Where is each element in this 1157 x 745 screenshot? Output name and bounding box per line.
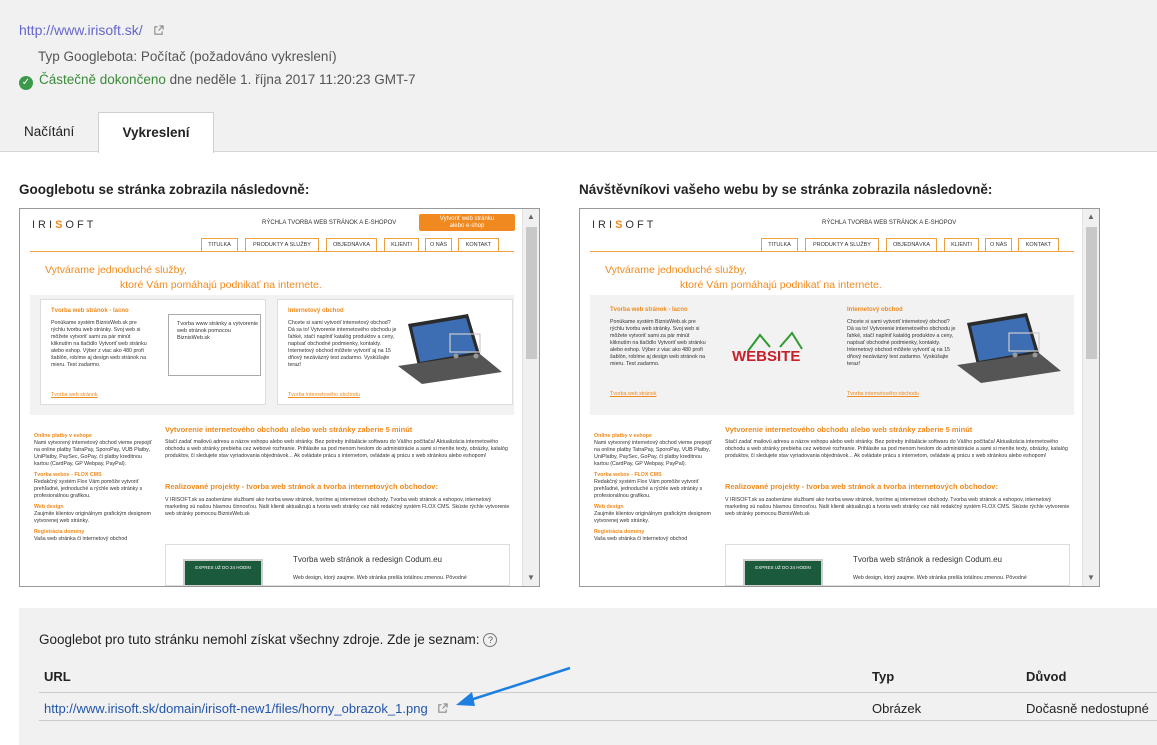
blocked-resources-title: Googlebot pro tuto stránku nemohl získat… [39, 632, 498, 647]
frame-scrollbar[interactable]: ▲ ▼ [522, 209, 539, 586]
section-text: Stačí zadať mailovú adresu a názov eshop… [165, 439, 508, 460]
site-tagline: RÝCHLA TVORBA WEB STRÁNOK A E-SHOPOV [262, 220, 397, 226]
col-type: Typ [872, 669, 895, 684]
googlebot-view-title: Googlebotu se stránka zobrazila následov… [19, 182, 310, 197]
scroll-thumb[interactable] [526, 227, 537, 359]
site-logo: IRISOFT [32, 219, 97, 231]
annotation-arrow [456, 666, 571, 706]
menu-item[interactable]: PRODUKTY A SLUŽBY [805, 238, 879, 251]
headline-line2: ktoré Vám pomáhajú podnikať na internete… [680, 279, 882, 291]
inspected-url-link[interactable]: http://www.irisoft.sk/ [19, 22, 143, 38]
website-image: WEBSITE [732, 331, 803, 365]
status-date: dne neděle 1. října 2017 11:20:23 GMT-7 [169, 72, 416, 87]
menu-item[interactable]: KLIENTI [384, 238, 419, 251]
googlebot-render-frame[interactable]: IRISOFT RÝCHLA TVORBA WEB STRÁNOK A E-SH… [19, 208, 540, 587]
section-title: Vytvorenie internetového obchodu alebo w… [165, 425, 413, 434]
section-title: Realizované projekty - tvorba web stráno… [725, 482, 998, 491]
section-title: Vytvorenie internetového obchodu alebo w… [725, 425, 973, 434]
laptop-cart-image [398, 314, 502, 384]
scroll-down-icon[interactable]: ▼ [527, 573, 535, 582]
section-title: Realizované projekty - tvorba web stráno… [165, 482, 438, 491]
visitor-render-frame[interactable]: IRISOFT RÝCHLA TVORBA WEB STRÁNOK A E-SH… [579, 208, 1100, 587]
menu-item[interactable]: PRODUKTY A SLUŽBY [245, 238, 319, 251]
scroll-up-icon[interactable]: ▲ [527, 212, 535, 221]
card-eshop: Internetový obchod Chcete si sami vytvor… [837, 299, 1073, 405]
laptop-cart-image [957, 313, 1061, 383]
scroll-up-icon[interactable]: ▲ [1087, 212, 1095, 221]
card-eshop: Internetový obchod Chcete si sami vytvor… [277, 299, 513, 405]
fetch-status: ✓ Částečně dokončeno dne neděle 1. října … [19, 72, 416, 90]
section-text: V IRISOFT.sk sa zaoberáme službami ako t… [725, 497, 1070, 518]
help-icon[interactable]: ? [483, 633, 498, 647]
inspected-url-line: http://www.irisoft.sk/ [19, 22, 164, 38]
status-label: Částečně dokončeno [39, 72, 166, 87]
visitor-view-title: Návštěvníkovi vašeho webu by se stránka … [579, 182, 993, 197]
menu-item[interactable]: O NÁS [425, 238, 452, 251]
external-link-icon[interactable] [153, 25, 164, 36]
project-card: EXPRES UŽ DO 24 HODIN Tvorba web stránok… [725, 544, 1070, 586]
rendered-site: IRISOFT RÝCHLA TVORBA WEB STRÁNOK A E-SH… [20, 209, 523, 586]
sidebar-news: Online platby v eshope Nami vytvorený int… [594, 433, 712, 542]
headline-line1: Vytvárame jednoduché služby, [45, 264, 187, 276]
frame-scrollbar[interactable]: ▲ ▼ [1082, 209, 1099, 586]
menu-item[interactable]: OBJEDNÁVKA [886, 238, 937, 251]
check-circle-icon: ✓ [19, 76, 33, 90]
project-image: EXPRES UŽ DO 24 HODIN [743, 559, 823, 586]
col-url: URL [44, 669, 71, 684]
section-text: Stačí zadať mailovú adresu a názov eshop… [725, 439, 1068, 460]
resource-reason: Dočasně nedostupné [1026, 701, 1149, 716]
create-site-button[interactable]: Vytvoriť web stránku alebo e-shop [419, 214, 515, 231]
resource-url-cell: http://www.irisoft.sk/domain/irisoft-new… [44, 701, 448, 716]
scroll-down-icon[interactable]: ▼ [1087, 573, 1095, 582]
googlebot-type: Typ Googlebota: Počítač (požadováno vykr… [38, 49, 337, 64]
svg-text:WEBSITE: WEBSITE [732, 348, 800, 365]
menu-divider [30, 251, 514, 252]
menu-divider [590, 251, 1074, 252]
menu-item[interactable]: TITULKA [201, 238, 238, 251]
rendered-site: IRISOFT RÝCHLA TVORBA WEB STRÁNOK A E-SH… [580, 209, 1083, 586]
tab-fetching[interactable]: Načítání [2, 112, 96, 153]
section-text: V IRISOFT.sk sa zaoberáme službami ako t… [165, 497, 510, 518]
menu-item[interactable]: KONTAKT [458, 238, 499, 251]
site-tagline: RÝCHLA TVORBA WEB STRÁNOK A E-SHOPOV [822, 220, 957, 226]
menu-item[interactable]: TITULKA [761, 238, 798, 251]
headline-line1: Vytvárame jednoduché služby, [605, 264, 747, 276]
menu-item[interactable]: KONTAKT [1018, 238, 1059, 251]
col-reason: Důvod [1026, 669, 1067, 684]
tab-rendering[interactable]: Vykreslení [98, 112, 214, 153]
menu-item[interactable]: O NÁS [985, 238, 1012, 251]
table-header: URL Typ Důvod [39, 656, 1157, 693]
site-logo: IRISOFT [592, 219, 657, 231]
menu-item[interactable]: OBJEDNÁVKA [326, 238, 377, 251]
resource-url-link[interactable]: http://www.irisoft.sk/domain/irisoft-new… [44, 701, 428, 716]
resource-type: Obrázek [872, 701, 922, 716]
inspection-header: http://www.irisoft.sk/ Typ Googlebota: P… [0, 0, 1157, 153]
external-link-icon[interactable] [437, 703, 448, 714]
menu-item[interactable]: KLIENTI [944, 238, 979, 251]
scroll-thumb[interactable] [1086, 227, 1097, 359]
table-row: http://www.irisoft.sk/domain/irisoft-new… [39, 693, 1157, 721]
missing-image-placeholder: Tvorba www stránky a vytvorenie web strá… [168, 314, 261, 376]
headline-line2: ktoré Vám pomáhajú podnikať na internete… [120, 279, 322, 291]
project-card: EXPRES UŽ DO 24 HODIN Tvorba web stránok… [165, 544, 510, 586]
sidebar-news: Online platby v eshope Nami vytvorený int… [34, 433, 152, 542]
blocked-resources-panel: Googlebot pro tuto stránku nemohl získat… [19, 608, 1157, 745]
project-image: EXPRES UŽ DO 24 HODIN [183, 559, 263, 586]
